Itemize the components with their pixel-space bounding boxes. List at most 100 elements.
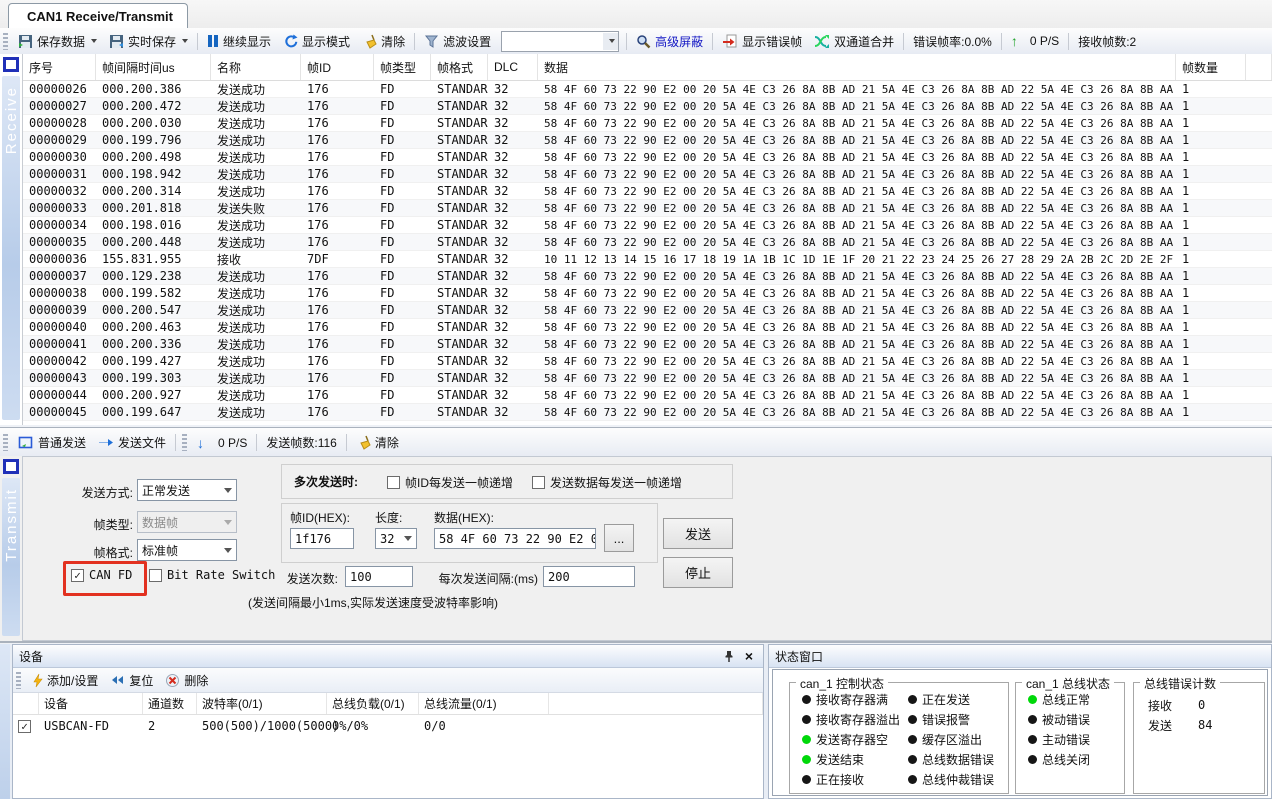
- send-mode-select[interactable]: 正常发送: [137, 479, 237, 501]
- toolbar-grip[interactable]: [16, 672, 21, 689]
- filter-settings-button[interactable]: 滤波设置: [418, 31, 497, 52]
- frame-row[interactable]: 00000043 000.199.303 发送成功 176 FD STANDAR…: [23, 370, 1272, 387]
- frame-row[interactable]: 00000038 000.199.582 发送成功 176 FD STANDAR…: [23, 285, 1272, 302]
- error-count-label: 接收: [1148, 697, 1172, 714]
- frame-row[interactable]: 00000039 000.200.547 发送成功 176 FD STANDAR…: [23, 302, 1272, 319]
- toolbar-grip[interactable]: [3, 434, 8, 451]
- stop-button[interactable]: 停止: [663, 557, 733, 588]
- normal-send-button[interactable]: 普通发送: [12, 432, 92, 453]
- status-led: [802, 715, 811, 724]
- status-item: 接收寄存器满: [802, 691, 900, 708]
- cell-frame-count: 1: [1176, 183, 1246, 199]
- frame-row[interactable]: 00000026 000.200.386 发送成功 176 FD STANDAR…: [23, 81, 1272, 98]
- frame-row[interactable]: 00000035 000.200.448 发送成功 176 FD STANDAR…: [23, 234, 1272, 251]
- combobox-arrow-button[interactable]: [603, 33, 618, 50]
- cell-frame-type: FD: [374, 115, 431, 131]
- device-delete-button[interactable]: 删除: [159, 670, 214, 691]
- cell-name: 接收: [211, 251, 301, 267]
- frame-row[interactable]: 00000030 000.200.498 发送成功 176 FD STANDAR…: [23, 149, 1272, 166]
- column-header-frame-format[interactable]: 帧格式: [431, 54, 488, 80]
- advanced-mask-button[interactable]: 高级屏蔽: [630, 31, 709, 52]
- frame-row[interactable]: 00000037 000.129.238 发送成功 176 FD STANDAR…: [23, 268, 1272, 285]
- column-header-frame-id[interactable]: 帧ID: [301, 54, 374, 80]
- frame-row[interactable]: 00000045 000.199.647 发送成功 176 FD STANDAR…: [23, 404, 1272, 421]
- tx-clear-button[interactable]: 清除: [350, 432, 405, 453]
- pin-icon[interactable]: [721, 648, 737, 664]
- send-count-input[interactable]: 100: [345, 566, 413, 587]
- cell-filler: [1246, 302, 1272, 318]
- column-header-frame-count[interactable]: 帧数量: [1176, 54, 1246, 80]
- receive-side-tab[interactable]: Receive: [0, 54, 22, 425]
- realtime-save-button[interactable]: 实时保存: [103, 31, 194, 52]
- frame-row[interactable]: 00000034 000.198.016 发送成功 176 FD STANDAR…: [23, 217, 1272, 234]
- clear-button[interactable]: 清除: [356, 31, 411, 52]
- cell-interval: 000.201.818: [96, 200, 211, 216]
- cell-data: 58 4F 60 73 22 90 E2 00 20 5A 4E C3 26 8…: [538, 387, 1176, 403]
- error-frame-rate: 错误帧率:0.0%: [907, 31, 998, 52]
- column-header-baud[interactable]: 波特率(0/1): [197, 693, 327, 714]
- column-header-dlc[interactable]: DLC: [488, 54, 538, 80]
- show-error-frames-button[interactable]: 显示错误帧: [716, 31, 808, 52]
- column-header-seq[interactable]: 序号: [23, 54, 96, 80]
- increment-data-checkbox[interactable]: 发送数据每发送一帧递增: [532, 474, 682, 491]
- toolbar-grip[interactable]: [182, 434, 187, 451]
- frame-row[interactable]: 00000029 000.199.796 发送成功 176 FD STANDAR…: [23, 132, 1272, 149]
- column-header-bus-load[interactable]: 总线负载(0/1): [327, 693, 419, 714]
- device-add-button[interactable]: 添加/设置: [25, 670, 104, 691]
- tab-can1-receive-transmit[interactable]: CAN1 Receive/Transmit: [8, 3, 188, 29]
- frame-row[interactable]: 00000027 000.200.472 发送成功 176 FD STANDAR…: [23, 98, 1272, 115]
- frame-row[interactable]: 00000028 000.200.030 发送成功 176 FD STANDAR…: [23, 115, 1272, 132]
- frame-id-input[interactable]: 1f176: [290, 528, 354, 549]
- interval-input[interactable]: 200: [543, 566, 635, 587]
- save-data-button[interactable]: 保存数据: [12, 31, 103, 52]
- column-header-interval[interactable]: 帧间隔时间us: [96, 54, 211, 80]
- checkbox-icon: ✓: [18, 720, 31, 733]
- send-file-button[interactable]: 发送文件: [92, 432, 172, 453]
- can-fd-checkbox[interactable]: ✓ CAN FD: [71, 568, 132, 582]
- cell-seq: 00000042: [23, 353, 96, 369]
- column-header-frame-type[interactable]: 帧类型: [374, 54, 431, 80]
- data-hex-input[interactable]: 58 4F 60 73 22 90 E2 00 2: [434, 528, 596, 549]
- magnifier-icon: [636, 34, 651, 49]
- frame-row[interactable]: 00000044 000.200.927 发送成功 176 FD STANDAR…: [23, 387, 1272, 404]
- status-item: 被动错误: [1028, 711, 1090, 728]
- cell-data: 58 4F 60 73 22 90 E2 00 20 5A 4E C3 26 8…: [538, 183, 1176, 199]
- increment-id-checkbox[interactable]: 帧ID每发送一帧递增: [387, 474, 513, 491]
- device-checkbox[interactable]: ✓: [13, 715, 39, 737]
- frame-row[interactable]: 00000033 000.201.818 发送失败 176 FD STANDAR…: [23, 200, 1272, 217]
- dual-channel-merge-button[interactable]: 双通道合并: [808, 31, 900, 52]
- column-header-device[interactable]: 设备: [39, 693, 143, 714]
- frame-row[interactable]: 00000031 000.198.942 发送成功 176 FD STANDAR…: [23, 166, 1272, 183]
- length-select[interactable]: 32: [375, 528, 417, 549]
- cell-interval: 000.198.942: [96, 166, 211, 182]
- cell-frame-count: 1: [1176, 268, 1246, 284]
- display-mode-button[interactable]: 显示模式: [277, 31, 356, 52]
- column-header-bus-flow[interactable]: 总线流量(0/1): [419, 693, 549, 714]
- column-header-name[interactable]: 名称: [211, 54, 301, 80]
- device-reset-button[interactable]: 复位: [104, 670, 159, 691]
- frame-row[interactable]: 00000036 155.831.955 接收 7DF FD STANDARD …: [23, 251, 1272, 268]
- frame-format-select[interactable]: 标准帧: [137, 539, 237, 561]
- frame-row[interactable]: 00000032 000.200.314 发送成功 176 FD STANDAR…: [23, 183, 1272, 200]
- bit-rate-switch-checkbox[interactable]: Bit Rate Switch: [149, 568, 275, 582]
- continue-display-button[interactable]: 继续显示: [201, 31, 277, 52]
- cell-filler: [1246, 404, 1272, 420]
- toolbar-grip[interactable]: [3, 33, 8, 50]
- transmit-side-tab[interactable]: Transmit: [0, 456, 22, 640]
- cell-frame-count: 1: [1176, 81, 1246, 97]
- frame-type-select[interactable]: 数据帧: [137, 511, 237, 533]
- cell-data: 58 4F 60 73 22 90 E2 00 20 5A 4E C3 26 8…: [538, 81, 1176, 97]
- send-button[interactable]: 发送: [663, 518, 733, 549]
- frame-row[interactable]: 00000040 000.200.463 发送成功 176 FD STANDAR…: [23, 319, 1272, 336]
- frame-row[interactable]: 00000041 000.200.336 发送成功 176 FD STANDAR…: [23, 336, 1272, 353]
- device-row[interactable]: ✓ USBCAN-FD 2 500(500)/1000(5000) 0%/0% …: [13, 715, 763, 737]
- data-more-button[interactable]: ...: [604, 524, 634, 552]
- column-header-channels[interactable]: 通道数: [143, 693, 197, 714]
- cell-frame-count: 1: [1176, 251, 1246, 267]
- close-icon[interactable]: ×: [741, 648, 757, 664]
- column-header-data[interactable]: 数据: [538, 54, 1176, 80]
- status-led: [908, 715, 917, 724]
- filter-preset-combobox[interactable]: [501, 31, 619, 52]
- status-item: 总线仲裁错误: [908, 771, 994, 788]
- frame-row[interactable]: 00000042 000.199.427 发送成功 176 FD STANDAR…: [23, 353, 1272, 370]
